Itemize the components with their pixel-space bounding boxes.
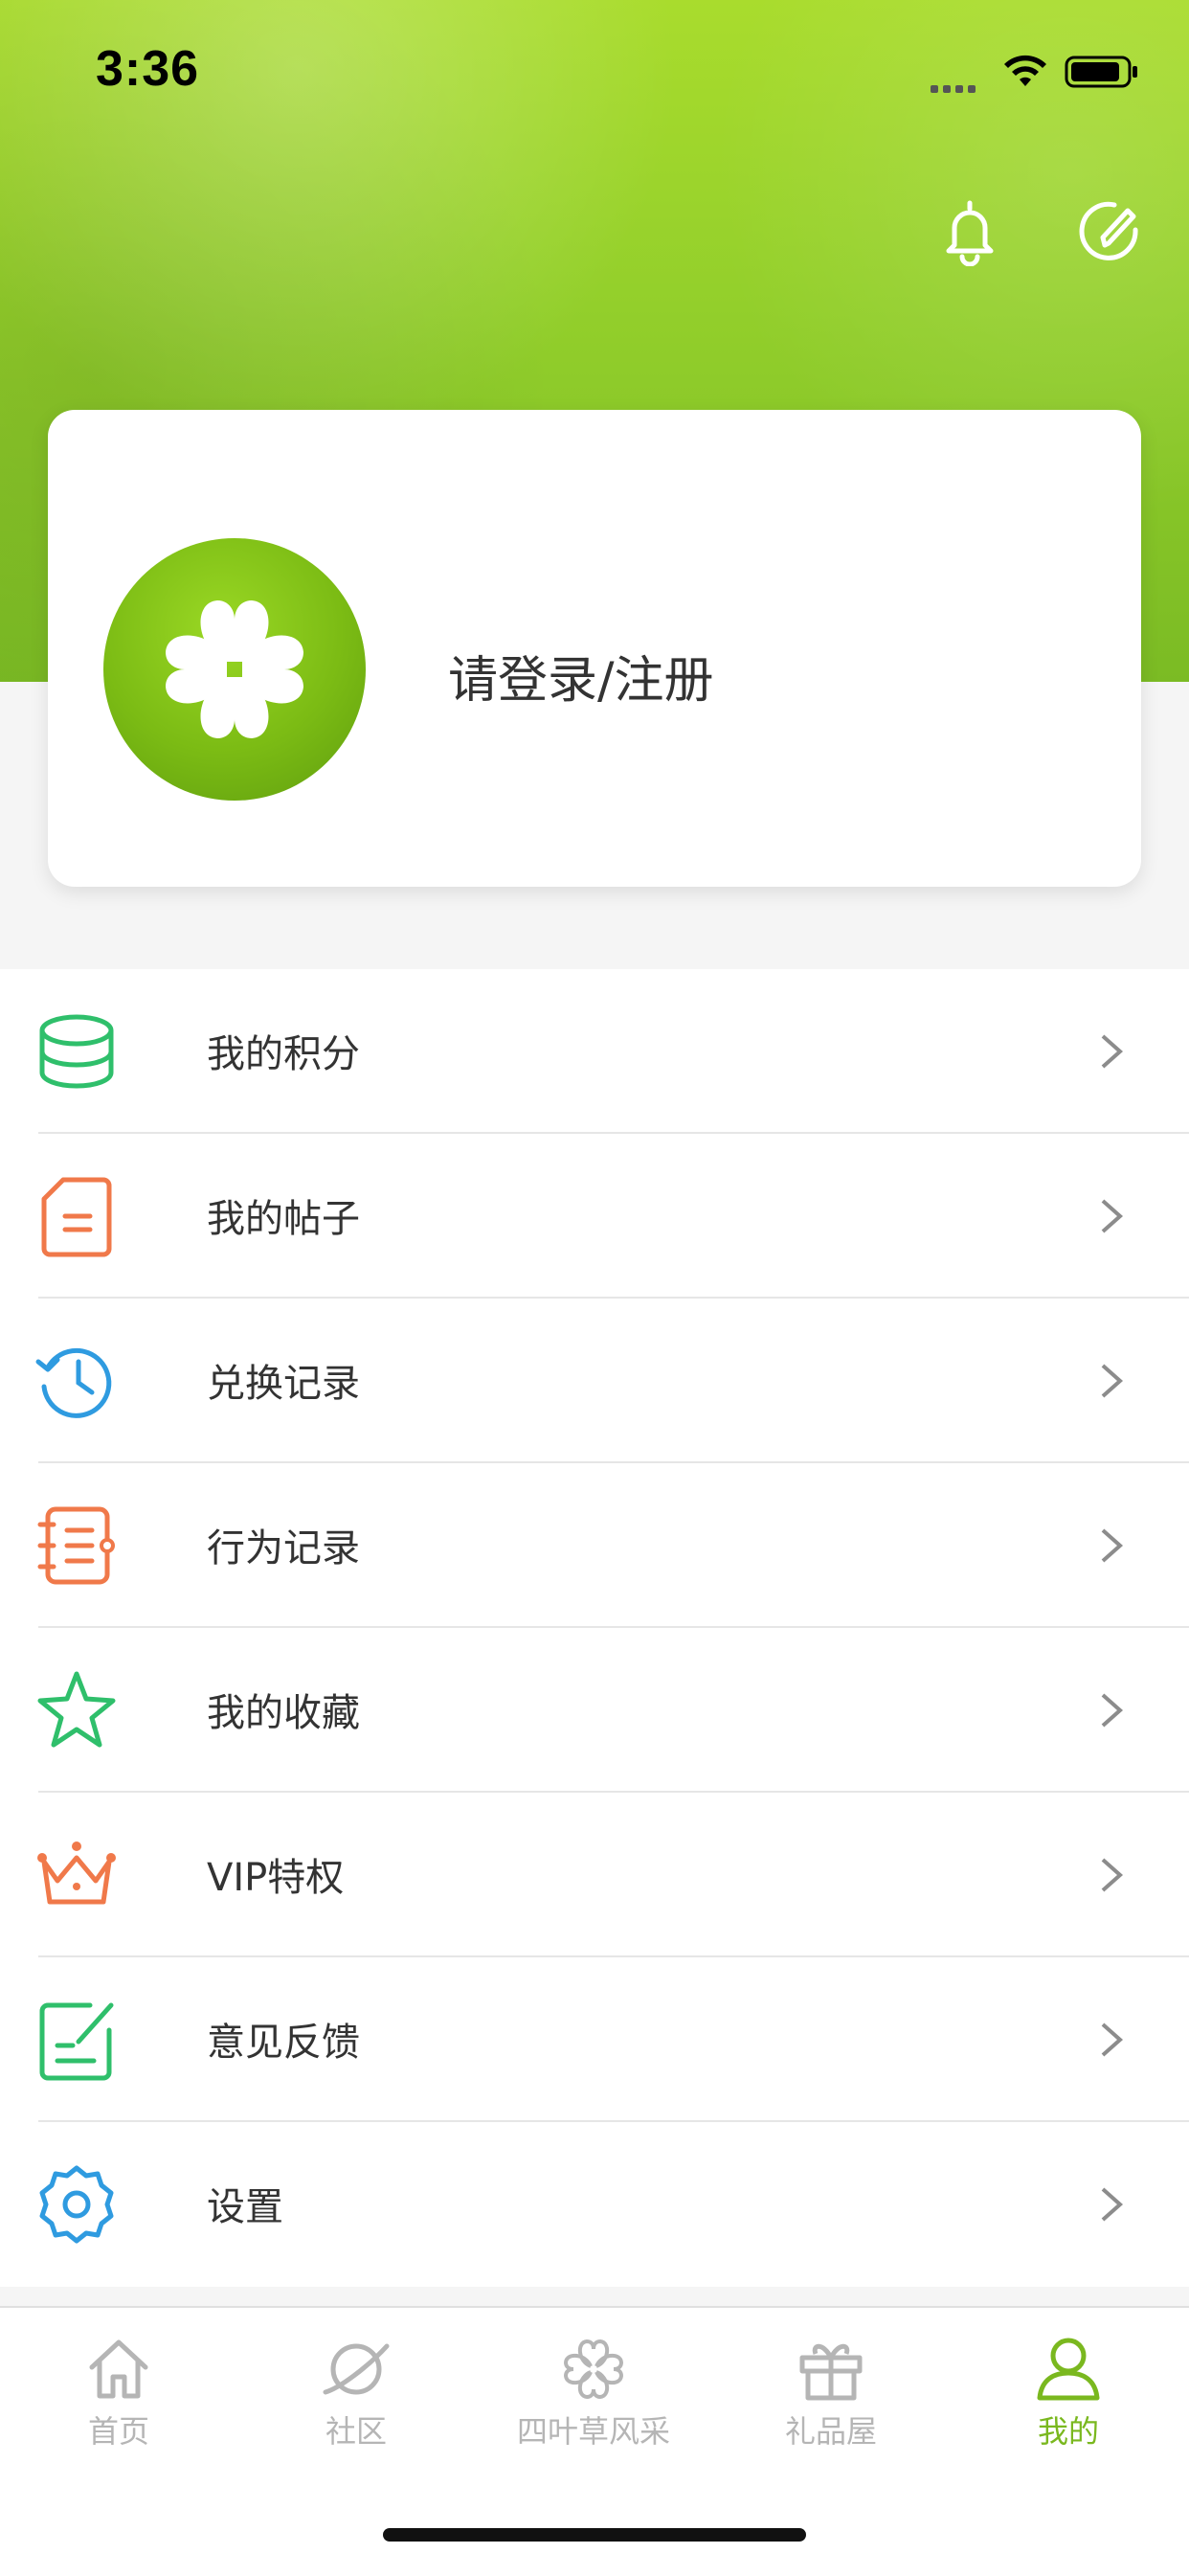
menu-label: 我的帖子 bbox=[207, 1197, 360, 1241]
menu-item-feedback[interactable]: 意见反馈 bbox=[0, 1957, 1189, 2122]
tab-label: 首页 bbox=[87, 2413, 149, 2450]
planet-icon bbox=[323, 2343, 390, 2395]
menu-label: 意见反馈 bbox=[207, 2021, 360, 2065]
menu-item-settings[interactable]: 设置 bbox=[0, 2122, 1189, 2287]
tab-label: 我的 bbox=[1037, 2413, 1099, 2450]
home-icon bbox=[89, 2339, 148, 2399]
clover-icon bbox=[563, 2339, 624, 2400]
chevron-right-icon bbox=[1101, 1034, 1124, 1069]
profile-card[interactable]: 请登录/注册 bbox=[48, 410, 1141, 887]
login-register-link[interactable]: 请登录/注册 bbox=[448, 640, 714, 712]
menu-item-vip[interactable]: VIP特权 bbox=[0, 1793, 1189, 1957]
menu-label: 兑换记录 bbox=[207, 1362, 360, 1406]
wifi-icon bbox=[1004, 55, 1046, 86]
history-clock-icon bbox=[35, 1347, 112, 1418]
menu-item-activity-log[interactable]: 行为记录 bbox=[0, 1463, 1189, 1628]
chevron-right-icon bbox=[1101, 2022, 1124, 2057]
notebook-icon bbox=[37, 1506, 115, 1585]
notification-bell-icon[interactable] bbox=[935, 197, 1004, 266]
tab-community[interactable]: 社区 bbox=[237, 2333, 475, 2457]
chevron-right-icon bbox=[1101, 1858, 1124, 1892]
menu-item-exchange-history[interactable]: 兑换记录 bbox=[0, 1299, 1189, 1463]
cellular-signal-icon bbox=[931, 79, 988, 93]
crown-icon bbox=[37, 1842, 116, 1905]
battery-icon bbox=[1065, 56, 1137, 88]
edit-profile-icon[interactable] bbox=[1076, 197, 1145, 266]
menu-label: 我的积分 bbox=[207, 1032, 360, 1076]
gear-icon bbox=[39, 2165, 114, 2244]
menu-item-favorites[interactable]: 我的收藏 bbox=[0, 1628, 1189, 1793]
clover-logo-icon bbox=[166, 600, 303, 738]
chevron-right-icon bbox=[1101, 1364, 1124, 1398]
tab-mine[interactable]: 我的 bbox=[950, 2333, 1187, 2457]
menu-label: 设置 bbox=[207, 2185, 283, 2229]
chevron-right-icon bbox=[1101, 1528, 1124, 1563]
tab-label: 礼品屋 bbox=[784, 2413, 877, 2450]
status-time: 3:36 bbox=[96, 41, 200, 97]
status-bar: 3:36 bbox=[0, 0, 1189, 144]
tab-label: 社区 bbox=[325, 2413, 387, 2450]
tab-label: 四叶草风采 bbox=[516, 2413, 670, 2450]
tab-home[interactable]: 首页 bbox=[0, 2333, 237, 2457]
feedback-edit-icon bbox=[39, 2002, 114, 2081]
tab-clover-showcase[interactable]: 四叶草风采 bbox=[475, 2333, 712, 2457]
avatar[interactable] bbox=[103, 538, 366, 801]
menu-list: 我的积分 我的帖子 兑换记录 行为记录 我的收藏 VIP特权 意见反馈 设置 bbox=[0, 969, 1189, 2287]
gift-icon bbox=[799, 2343, 863, 2401]
menu-label: 行为记录 bbox=[207, 1526, 360, 1570]
chevron-right-icon bbox=[1101, 1199, 1124, 1233]
chevron-right-icon bbox=[1101, 1693, 1124, 1728]
menu-label: 我的收藏 bbox=[207, 1691, 360, 1735]
tab-gift-house[interactable]: 礼品屋 bbox=[712, 2333, 950, 2457]
person-icon bbox=[1037, 2338, 1100, 2401]
document-icon bbox=[41, 1177, 112, 1257]
menu-label: VIP特权 bbox=[207, 1856, 345, 1900]
menu-item-points[interactable]: 我的积分 bbox=[0, 969, 1189, 1134]
chevron-right-icon bbox=[1101, 2187, 1124, 2222]
home-indicator[interactable] bbox=[383, 2528, 806, 2542]
star-icon bbox=[37, 1671, 116, 1748]
coins-stack-icon bbox=[39, 1014, 114, 1089]
menu-item-posts[interactable]: 我的帖子 bbox=[0, 1134, 1189, 1299]
